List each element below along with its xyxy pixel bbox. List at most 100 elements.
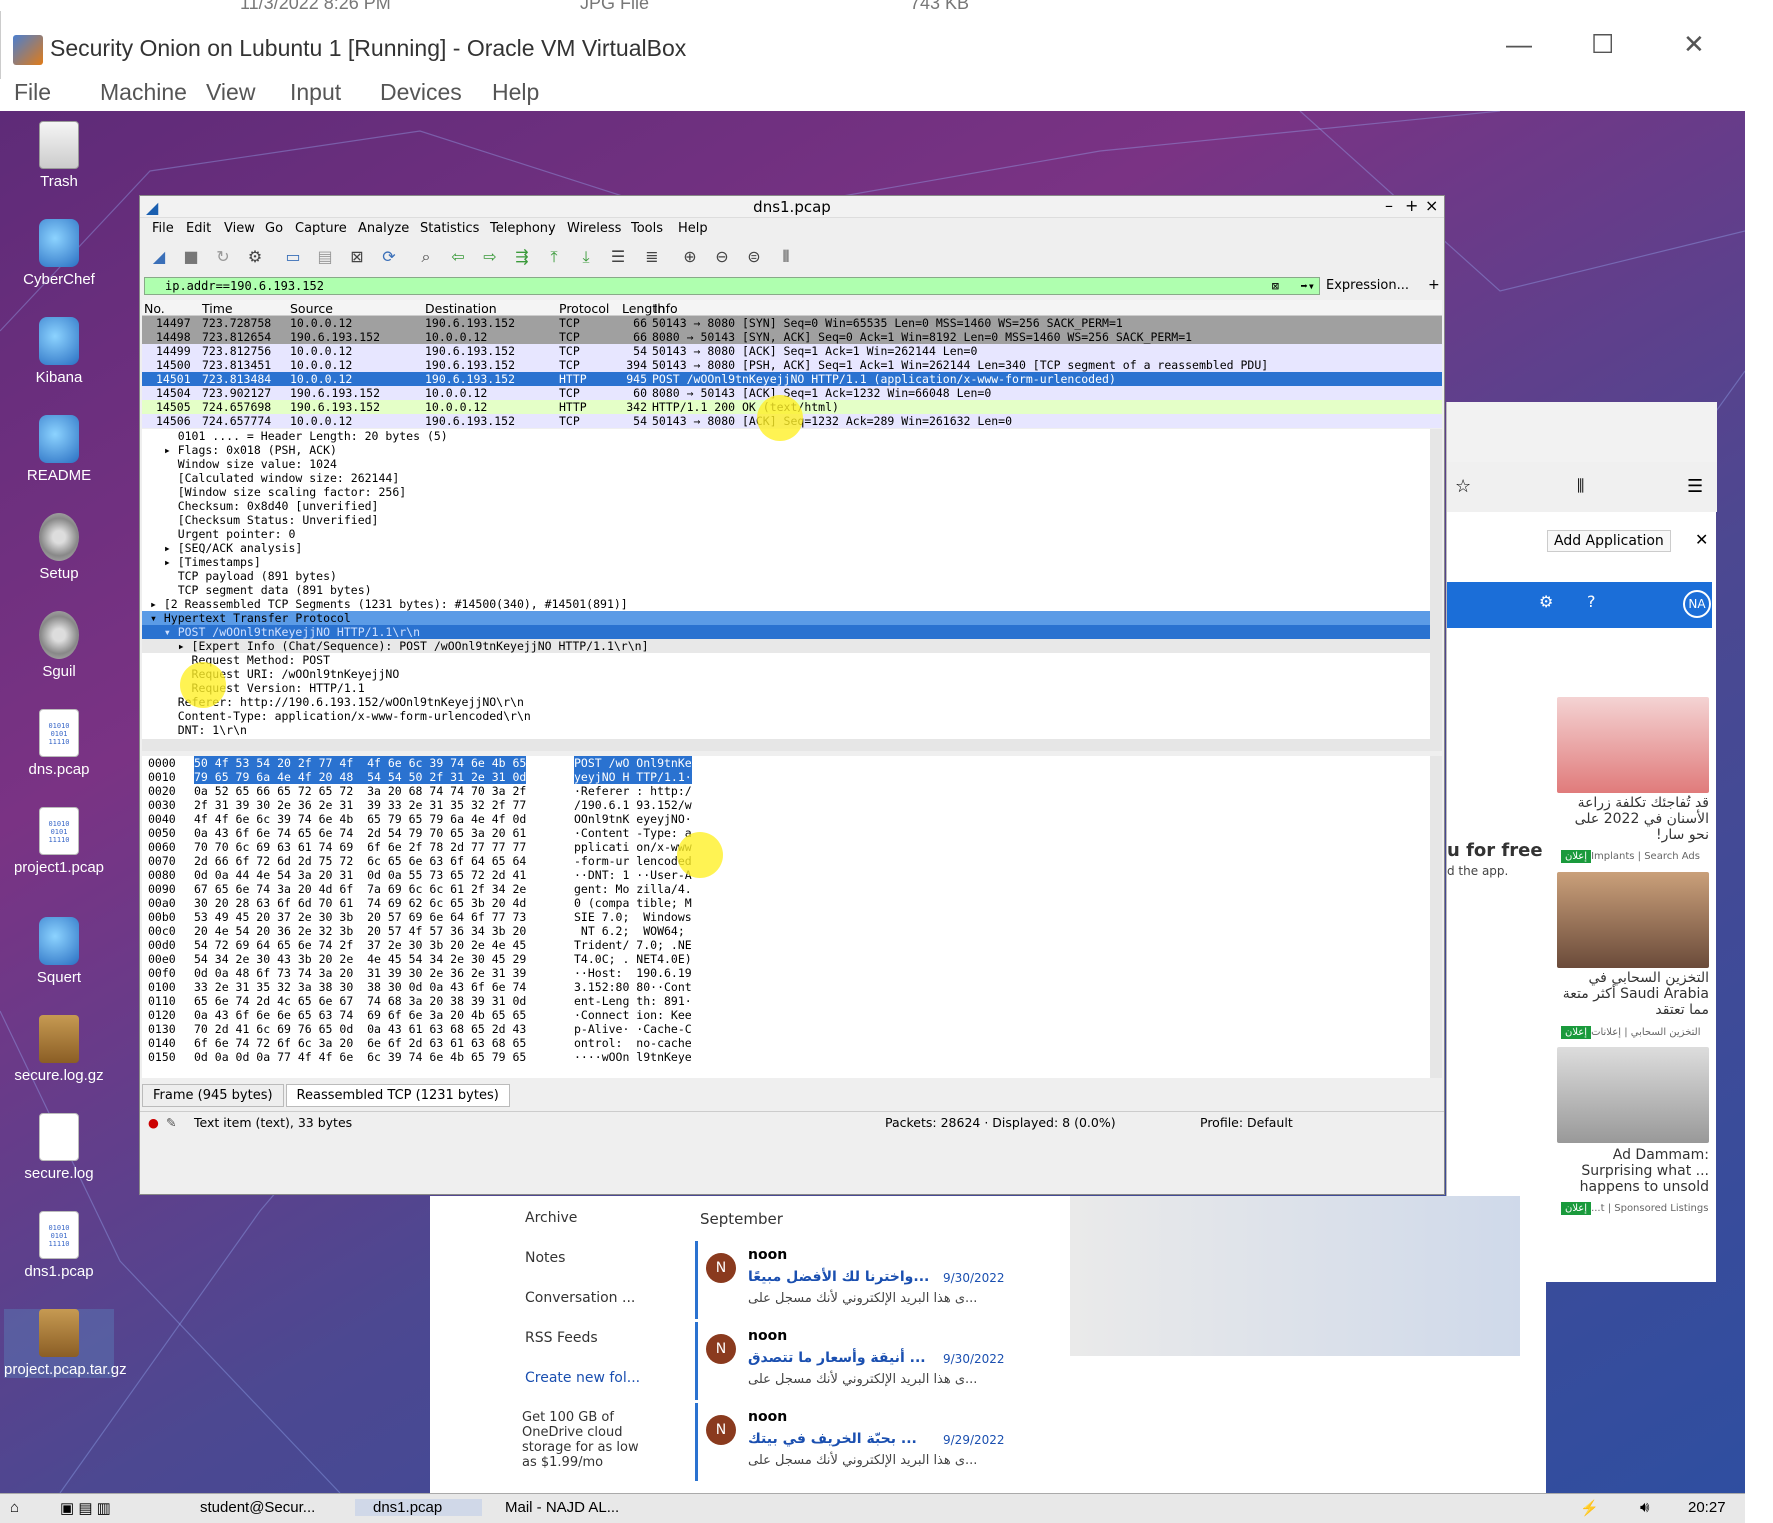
hex-row[interactable]: 0100 33 2e 31 35 32 3a 38 30 38 30 0d 0a … (142, 980, 1442, 994)
close-icon[interactable]: × (1425, 196, 1438, 215)
detail-line[interactable]: Request Version: HTTP/1.1 (142, 681, 1442, 695)
detail-line[interactable]: TCP segment data (891 bytes) (142, 583, 1442, 597)
menu-analyze[interactable]: Analyze (358, 221, 409, 236)
detail-line[interactable]: Content-Type: application/x-www-form-url… (142, 709, 1442, 723)
desktop-icon-trash[interactable]: Trash (4, 121, 114, 190)
folder-conversation[interactable]: Conversation ... (525, 1290, 635, 1306)
hex-row[interactable]: 0150 0d 0a 0d 0a 77 4f 4f 6e 6c 39 74 6e … (142, 1050, 1442, 1064)
status-profile[interactable]: Profile: Default (1200, 1115, 1293, 1130)
menu-file[interactable]: File (152, 221, 174, 236)
ad-text-1[interactable]: قد تُفاجئك تكلفة زراعة الأسنان في 2022 ع… (1557, 795, 1709, 843)
zoom-reset-icon[interactable]: ⊜ (743, 246, 765, 268)
folder-rss[interactable]: RSS Feeds (525, 1330, 598, 1346)
desktop-icon-squert[interactable]: Squert (4, 917, 114, 986)
packet-row[interactable]: 14497 723.728758 10.0.0.12 190.6.193.152 TCP… (142, 316, 1442, 330)
hamburger-menu-icon[interactable]: ☰ (1687, 476, 1703, 497)
ad-image-dammam[interactable] (1557, 1047, 1709, 1143)
hex-row[interactable]: 0050 0a 43 6f 6e 74 65 6e 74 2d 54 79 70 … (142, 826, 1442, 840)
col-protocol[interactable]: Protocol (559, 301, 609, 316)
avatar[interactable]: NA (1683, 590, 1711, 618)
close-icon[interactable]: ✕ (1683, 29, 1705, 60)
help-icon[interactable]: ? (1587, 592, 1596, 611)
mail-item[interactable]: Nnoon واخترنا لك الأفضل مبيعًا... 9/30/202… (695, 1241, 1035, 1319)
detail-line[interactable]: ▾ POST /wOOnl9tnKeyejjNO HTTP/1.1\r\n (142, 625, 1442, 639)
menu-edit[interactable]: Edit (186, 221, 211, 236)
apply-filter-icon[interactable]: ➡▾ (1301, 278, 1315, 294)
hex-row[interactable]: 00a0 30 20 28 63 6f 6d 70 61 74 69 62 6c … (142, 896, 1442, 910)
mail-item[interactable]: Nnoon بحبّة الخريف في بيتك ... 9/29/2022 ى … (695, 1403, 1035, 1481)
expert-info-icon[interactable]: ● (148, 1115, 159, 1130)
detail-line[interactable]: DNT: 1\r\n (142, 723, 1442, 737)
detail-line[interactable]: ▸ Flags: 0x018 (PSH, ACK) (142, 443, 1442, 457)
clear-filter-icon[interactable]: ⊠ (1272, 278, 1279, 294)
col-info[interactable]: Info (654, 301, 678, 316)
goto-packet-icon[interactable]: ⇶ (511, 246, 533, 268)
hex-row[interactable]: 0070 2d 66 6f 72 6d 2d 75 72 6c 65 6e 63 … (142, 854, 1442, 868)
desktop-icon-readme[interactable]: README (4, 415, 114, 484)
edit-comment-icon[interactable]: ✎ (166, 1115, 176, 1130)
hex-row[interactable]: 0010 79 65 79 6a 4e 4f 20 48 54 54 50 2f … (142, 770, 1442, 784)
detail-line[interactable]: [Checksum Status: Unverified] (142, 513, 1442, 527)
first-packet-icon[interactable]: ⤒ (543, 246, 565, 268)
desktop-icon-cyberchef[interactable]: CyberChef (4, 219, 114, 288)
close-file-icon[interactable]: ⊠ (346, 246, 368, 268)
menu-wireless[interactable]: Wireless (567, 221, 621, 236)
add-filter-button[interactable]: + (1428, 277, 1440, 293)
capture-options-icon[interactable]: ⚙ (244, 246, 266, 268)
find-icon[interactable]: ⌕ (415, 246, 437, 268)
detail-line[interactable]: ▸ [SEQ/ACK analysis] (142, 541, 1442, 555)
bytes-scrollbar[interactable] (1430, 756, 1442, 1078)
menu-statistics[interactable]: Statistics (420, 221, 479, 236)
vb-menu-devices[interactable]: Devices (380, 79, 462, 106)
menu-go[interactable]: Go (265, 221, 283, 236)
maximize-icon[interactable]: + (1405, 196, 1418, 215)
menu-help[interactable]: Help (678, 221, 708, 236)
hex-row[interactable]: 0120 0a 43 6f 6e 6e 65 63 74 69 6f 6e 3a … (142, 1008, 1442, 1022)
desktop-icon-secure-log[interactable]: secure.log (4, 1113, 114, 1182)
detail-line[interactable]: [Calculated window size: 262144] (142, 471, 1442, 485)
hex-row[interactable]: 0140 6f 6e 74 72 6f 6c 3a 20 6e 6f 2d 63 … (142, 1036, 1442, 1050)
hex-row[interactable]: 0030 2f 31 39 30 2e 36 2e 31 39 33 2e 31 … (142, 798, 1442, 812)
zoom-out-icon[interactable]: ⊖ (711, 246, 733, 268)
colorize-icon[interactable]: ≣ (641, 246, 663, 268)
task-terminal[interactable]: student@Secur... (200, 1499, 350, 1516)
last-packet-icon[interactable]: ⤓ (575, 246, 597, 268)
detail-line[interactable]: Request URI: /wOOnl9tnKeyejjNO (142, 667, 1442, 681)
col-time[interactable]: Time (202, 301, 233, 316)
ad-text-3[interactable]: Ad Dammam: Surprising what ... happens t… (1557, 1147, 1709, 1195)
task-mail[interactable]: Mail - NAJD AL... (505, 1499, 619, 1516)
vb-menu-view[interactable]: View (206, 79, 255, 106)
col-source[interactable]: Source (290, 301, 333, 316)
packet-row[interactable]: 14499 723.812756 10.0.0.12 190.6.193.152 TCP… (142, 344, 1442, 358)
hex-row[interactable]: 00b0 53 49 45 20 37 2e 30 3b 20 57 69 6e … (142, 910, 1442, 924)
maximize-icon[interactable]: ☐ (1591, 29, 1614, 60)
detail-line[interactable]: ▸ [Timestamps] (142, 555, 1442, 569)
packet-row[interactable]: 14500 723.813451 10.0.0.12 190.6.193.152 TCP… (142, 358, 1442, 372)
restart-capture-icon[interactable]: ↻ (212, 246, 234, 268)
save-file-icon[interactable]: ▤ (314, 246, 336, 268)
detail-line[interactable]: ▾ Hypertext Transfer Protocol (142, 611, 1442, 625)
packet-row[interactable]: 14501 723.813484 10.0.0.12 190.6.193.152 HTT… (142, 372, 1442, 386)
hex-row[interactable]: 0040 4f 4f 6e 6c 39 74 6e 4b 65 79 65 79 … (142, 812, 1442, 826)
tab-reassembled[interactable]: Reassembled TCP (1231 bytes) (285, 1084, 510, 1107)
detail-line[interactable]: TCP payload (891 bytes) (142, 569, 1442, 583)
hex-row[interactable]: 0080 0d 0a 44 4e 54 3a 20 31 0d 0a 55 73 … (142, 868, 1442, 882)
detail-line[interactable]: ▸ [Expert Info (Chat/Sequence): POST /wO… (142, 639, 1442, 653)
menu-view[interactable]: View (224, 221, 255, 236)
hex-row[interactable]: 0090 67 65 6e 74 3a 20 4d 6f 7a 69 6c 6c … (142, 882, 1442, 896)
vb-menu-input[interactable]: Input (290, 79, 341, 106)
hex-row[interactable]: 00f0 0d 0a 48 6f 73 74 3a 20 31 39 30 2e … (142, 966, 1442, 980)
col-no[interactable]: No. (144, 301, 165, 316)
gear-icon[interactable]: ⚙ (1539, 592, 1553, 611)
open-file-icon[interactable]: ▭ (282, 246, 304, 268)
hex-row[interactable]: 0020 0a 52 65 66 65 72 65 72 3a 20 68 74 … (142, 784, 1442, 798)
detail-line[interactable]: Urgent pointer: 0 (142, 527, 1442, 541)
star-icon[interactable]: ☆ (1455, 476, 1471, 497)
start-menu-icon[interactable]: ⌂ (10, 1499, 19, 1516)
detail-line[interactable]: Referer: http://190.6.193.152/wOOnl9tnKe… (142, 695, 1442, 709)
network-icon[interactable]: ⚡ (1580, 1499, 1599, 1517)
detail-line[interactable]: Window size value: 1024 (142, 457, 1442, 471)
detail-line[interactable]: ▸ [2 Reassembled TCP Segments (1231 byte… (142, 597, 1442, 611)
menu-capture[interactable]: Capture (295, 221, 347, 236)
vb-menu-file[interactable]: File (14, 79, 51, 106)
